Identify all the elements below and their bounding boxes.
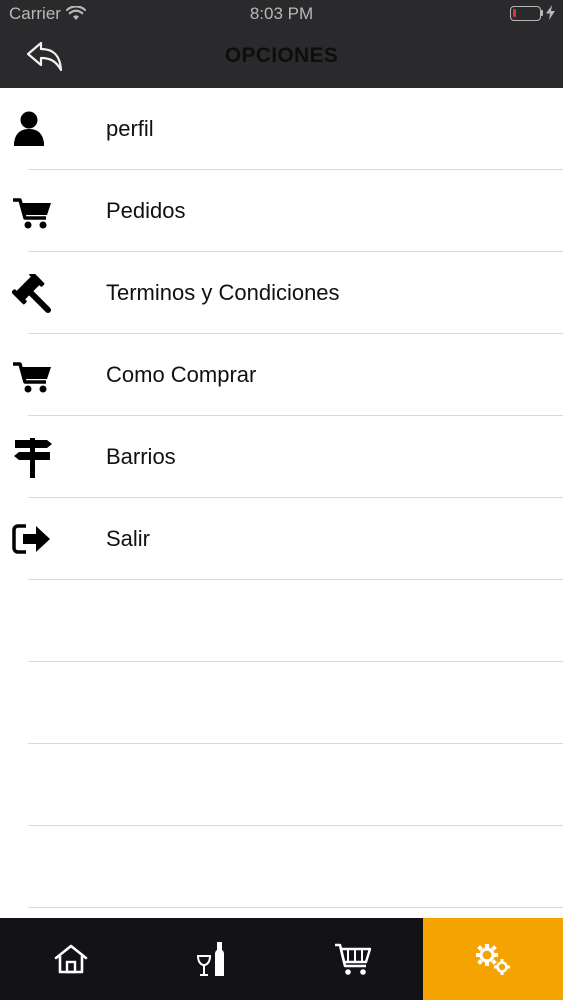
row-divider	[28, 907, 563, 908]
tab-settings[interactable]	[423, 918, 563, 1000]
menu-item-label: Como Comprar	[106, 362, 257, 387]
menu-item-como-comprar[interactable]: Como Comprar	[0, 334, 563, 416]
status-time: 8:03 PM	[249, 4, 314, 23]
gavel-icon	[11, 271, 56, 314]
wine-bottle-icon	[196, 942, 224, 976]
bottom-tab-bar	[0, 918, 563, 1000]
options-list: perfil Pedidos Terminos y Condiciones Co…	[0, 88, 563, 908]
cart-icon	[12, 192, 56, 232]
sign-out-icon	[12, 520, 56, 560]
gears-icon	[476, 944, 510, 975]
menu-item-terminos[interactable]: Terminos y Condiciones	[0, 252, 563, 334]
battery-level-fill	[513, 9, 516, 17]
tab-drinks[interactable]	[141, 918, 282, 1000]
battery-cap	[541, 10, 543, 16]
status-bar: Carrier 8:03 PM	[0, 0, 563, 28]
menu-item-label: Salir	[106, 526, 151, 551]
empty-row	[0, 662, 563, 744]
battery-icon	[510, 6, 541, 21]
menu-item-salir[interactable]: Salir	[0, 498, 563, 580]
page-title: OPCIONES	[224, 44, 339, 67]
menu-item-label: Pedidos	[106, 198, 186, 223]
menu-item-pedidos[interactable]: Pedidos	[0, 170, 563, 252]
menu-item-barrios[interactable]: Barrios	[0, 416, 563, 498]
tab-cart[interactable]	[282, 918, 423, 1000]
charging-bolt-icon	[546, 5, 555, 25]
empty-row	[0, 826, 563, 908]
signpost-icon	[12, 438, 56, 478]
menu-item-label: Barrios	[106, 444, 176, 469]
home-icon	[54, 944, 87, 974]
user-icon	[12, 110, 56, 150]
cart-icon	[12, 356, 56, 396]
shopping-cart-icon	[334, 943, 371, 975]
menu-item-perfil[interactable]: perfil	[0, 88, 563, 170]
empty-row	[0, 580, 563, 662]
top-header: Carrier 8:03 PM OPCIONES	[0, 0, 563, 88]
menu-item-label: perfil	[106, 116, 154, 141]
tab-home[interactable]	[0, 918, 141, 1000]
menu-item-label: Terminos y Condiciones	[106, 280, 340, 305]
empty-row	[0, 744, 563, 826]
